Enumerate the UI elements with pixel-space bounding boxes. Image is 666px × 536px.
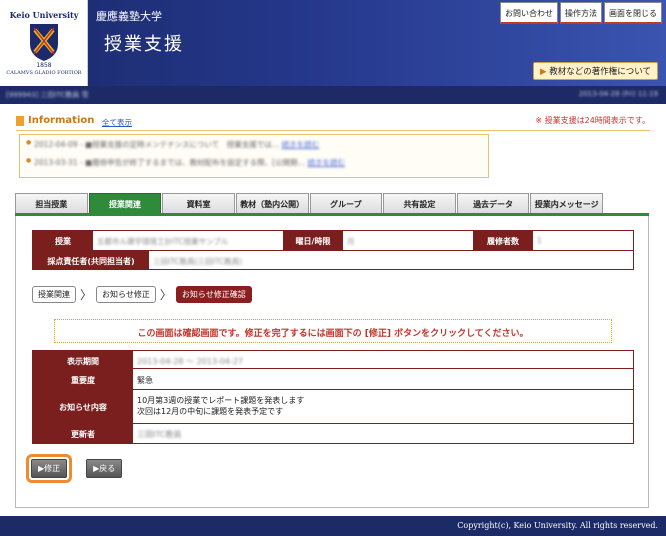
contact-button[interactable]: お問い合わせ bbox=[500, 2, 558, 24]
tab-course-related[interactable]: 授業関連 bbox=[88, 193, 162, 213]
tab-course-messages[interactable]: 授業内メッセージ bbox=[530, 193, 603, 213]
news-item: 2013-03-31 - ■履修申告が終了するまでは、教材配布を設定する際、[公… bbox=[26, 157, 482, 175]
show-all-link[interactable]: 全て表示 bbox=[102, 117, 132, 128]
availability-note: ※ 授業支援は24時間表示です。 bbox=[535, 116, 650, 125]
period-value: 2013-04-28 ～ 2013-04-27 bbox=[137, 357, 244, 366]
content-line: 10月第3週の授業でレポート課題を発表します bbox=[137, 396, 305, 405]
help-button[interactable]: 操作方法 bbox=[560, 2, 602, 24]
confirm-message: この画面は確認画面です。修正を完了するには画面下の [修正] ボタンをクリックし… bbox=[54, 319, 612, 343]
day-period-value: 月 bbox=[347, 237, 355, 246]
grader-label: 採点責任者(共同担当者) bbox=[33, 251, 149, 270]
course-label: 授業 bbox=[33, 231, 93, 250]
content-line: 次回は12月の中旬に課題を発表予定です bbox=[137, 407, 284, 416]
info-marker-icon bbox=[16, 116, 24, 126]
grader-value: 三田ITC教員(三田ITC教員) bbox=[153, 257, 243, 266]
submit-button-highlight: ▶修正 bbox=[26, 454, 73, 483]
importance-label: 重要度 bbox=[33, 369, 133, 389]
content-value: 10月第3週の授業でレポート課題を発表します 次回は12月の中旬に課題を発表予定… bbox=[137, 390, 304, 417]
notice-table: 表示期間 2013-04-28 ～ 2013-04-27 重要度 緊急 お知らせ… bbox=[32, 350, 634, 444]
updater-value: 三田ITC教員 bbox=[137, 430, 182, 439]
read-more-link[interactable]: 続きを読む bbox=[282, 140, 320, 149]
table-row: 表示期間 2013-04-28 ～ 2013-04-27 bbox=[33, 351, 633, 369]
news-text: 2012-04-09 - ■授業支援の定時メンテナンスについて 授業支援では… bbox=[34, 140, 280, 149]
tab-past-data[interactable]: 過去データ bbox=[456, 193, 530, 213]
action-buttons: ▶修正 ▶戻る bbox=[26, 454, 123, 483]
logo-title: Keio University bbox=[9, 10, 79, 20]
news-text: 2013-03-31 - ■履修申告が終了するまでは、教材配布を設定する際、[公… bbox=[34, 158, 306, 167]
shield-icon bbox=[30, 24, 58, 61]
importance-value: 緊急 bbox=[137, 376, 153, 385]
updater-label: 更新者 bbox=[33, 424, 133, 443]
period-label: 表示期間 bbox=[33, 351, 133, 368]
breadcrumb: 授業関連 〉 お知らせ修正 〉 お知らせ修正確認 bbox=[32, 286, 252, 303]
course-value: 五都市ル建学環境工計ITC授業サンプル bbox=[97, 237, 229, 246]
divider bbox=[16, 130, 650, 131]
table-row: 授業 五都市ル建学環境工計ITC授業サンプル 曜日/時限 月 履修者数 1 bbox=[33, 231, 633, 251]
information-header: Information 全て表示 ※ 授業支援は24時間表示です。 bbox=[16, 115, 650, 129]
university-name: 慶應義塾大学 bbox=[96, 10, 162, 23]
course-info-table: 授業 五都市ル建学環境工計ITC授業サンプル 曜日/時限 月 履修者数 1 採点… bbox=[32, 230, 634, 270]
university-logo: Keio University 1858 CALAMVS GLADIO FORT… bbox=[0, 0, 88, 86]
tab-groups[interactable]: グループ bbox=[309, 193, 383, 213]
back-button[interactable]: ▶戻る bbox=[86, 459, 123, 478]
logo-motto: CALAMVS GLADIO FORTIOR bbox=[6, 70, 82, 76]
close-window-button[interactable]: 画面を閉じる bbox=[604, 2, 662, 24]
read-more-link[interactable]: 続きを読む bbox=[307, 158, 345, 167]
table-row: 更新者 三田ITC教員 bbox=[33, 424, 633, 443]
content-label: お知らせ内容 bbox=[33, 390, 133, 423]
header: Keio University 1858 CALAMVS GLADIO FORT… bbox=[0, 0, 666, 86]
table-row: 採点責任者(共同担当者) 三田ITC教員(三田ITC教員) bbox=[33, 251, 633, 271]
news-item: 2012-04-09 - ■授業支援の定時メンテナンスについて 授業支援では… … bbox=[26, 139, 482, 157]
submit-edit-button[interactable]: ▶修正 bbox=[31, 459, 68, 478]
app-title: 授業支援 bbox=[104, 34, 184, 55]
tab-teaching-materials[interactable]: 教材（塾内公開） bbox=[235, 193, 309, 213]
tab-assigned-courses[interactable]: 担当授業 bbox=[15, 193, 88, 213]
logo-year: 1858 bbox=[36, 62, 52, 69]
user-name: [999943] 三田ITC教員 雪 bbox=[6, 91, 89, 99]
chevron-right-icon: 〉 bbox=[80, 288, 93, 302]
breadcrumb-course-related[interactable]: 授業関連 bbox=[32, 286, 76, 303]
breadcrumb-notice-edit-confirm: お知らせ修正確認 bbox=[175, 286, 252, 303]
enrolled-value: 1 bbox=[537, 236, 542, 245]
chevron-right-icon: 〉 bbox=[159, 288, 172, 302]
copyright-info-label: 教材などの著作権について bbox=[549, 67, 651, 77]
footer-copyright: Copyright(c), Keio University. All right… bbox=[0, 516, 666, 536]
tab-shared-settings[interactable]: 共有設定 bbox=[383, 193, 456, 213]
copyright-info-button[interactable]: ▶ 教材などの著作権について bbox=[533, 62, 658, 80]
table-row: 重要度 緊急 bbox=[33, 369, 633, 390]
news-list: 2012-04-09 - ■授業支援の定時メンテナンスについて 授業支援では… … bbox=[19, 134, 489, 178]
main-tabs: 担当授業 授業関連 資料室 教材（塾内公開） グループ 共有設定 過去データ 授… bbox=[15, 193, 603, 213]
breadcrumb-notice-edit[interactable]: お知らせ修正 bbox=[96, 286, 156, 303]
table-row: お知らせ内容 10月第3週の授業でレポート課題を発表します 次回は12月の中旬に… bbox=[33, 390, 633, 424]
enrolled-label: 履修者数 bbox=[473, 231, 533, 250]
user-bar: [999943] 三田ITC教員 雪 2013-04-28 (Fri) 11:1… bbox=[0, 86, 666, 104]
top-menu: お問い合わせ 操作方法 画面を閉じる bbox=[500, 2, 662, 24]
information-title: Information bbox=[28, 115, 95, 126]
tab-materials-room[interactable]: 資料室 bbox=[162, 193, 235, 213]
current-datetime: 2013-04-28 (Fri) 11:19 bbox=[578, 90, 658, 98]
arrow-right-icon: ▶ bbox=[540, 67, 547, 77]
day-period-label: 曜日/時限 bbox=[283, 231, 343, 250]
